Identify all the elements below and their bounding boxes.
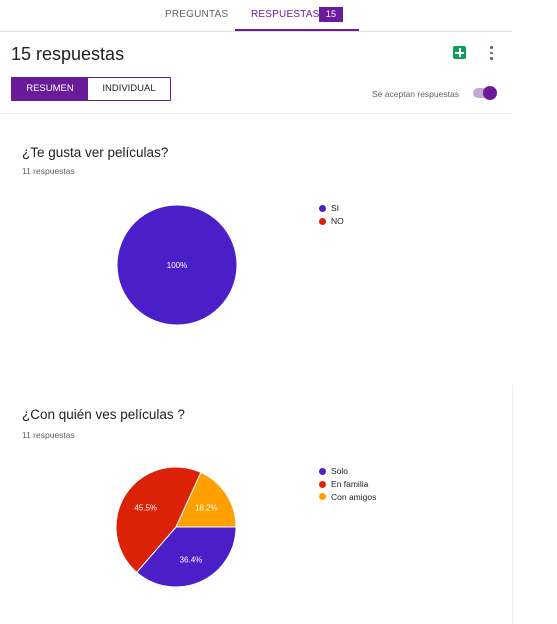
legend-item: En familia	[319, 478, 376, 491]
pie-data-label: 45.5%	[134, 504, 157, 513]
legend-label: En familia	[331, 479, 369, 490]
legend-item: SI	[319, 202, 344, 215]
legend-swatch	[319, 480, 326, 488]
pie-data-label: 36.4%	[180, 556, 203, 565]
legend-swatch	[319, 217, 326, 225]
legend-item: NO	[319, 215, 344, 228]
legend-swatch	[319, 493, 326, 501]
pie-data-label: 18.2%	[195, 504, 218, 513]
chart-legend: SI NO	[319, 202, 344, 227]
legend-label: SI	[331, 203, 340, 214]
legend-item: Con amigos	[319, 490, 376, 503]
chart-legend: Solo En familia Con amigos	[319, 465, 376, 503]
pie-chart-con-quien: 36.4% 45.5% 18.2%	[115, 466, 237, 588]
legend-swatch	[319, 467, 326, 475]
legend-label: Con amigos	[331, 491, 377, 502]
legend-label: Solo	[331, 466, 349, 477]
legend-item: Solo	[319, 465, 376, 478]
legend-label: NO	[331, 216, 344, 227]
legend-swatch	[319, 204, 326, 212]
